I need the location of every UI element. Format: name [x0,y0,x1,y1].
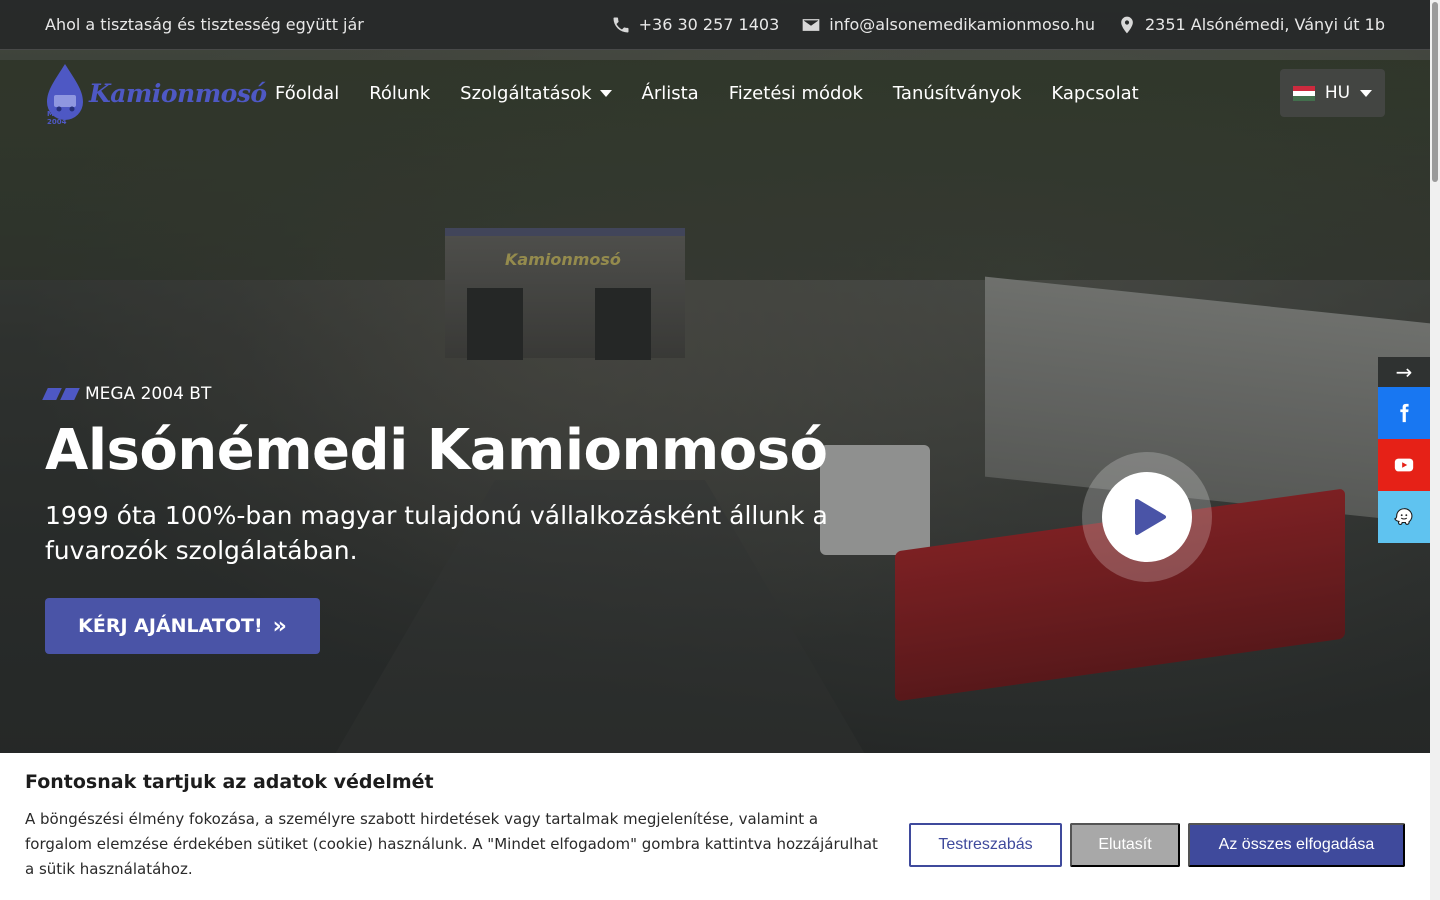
phone-number: +36 30 257 1403 [638,15,780,34]
nav-item-services[interactable]: Szolgáltatások [460,82,612,104]
logo-wordmark: Kamionmosó [89,78,267,108]
scrollbar-thumb[interactable] [1432,2,1438,182]
hero-subtitle: 1999 óta 100%-ban magyar tulajdonú válla… [45,501,828,565]
cta-label: KÉRJ AJÁNLATOT! [78,615,263,637]
language-selector[interactable]: HU [1280,69,1385,117]
address-link[interactable]: 2351 Alsónémedi, Ványi út 1b [1117,15,1385,35]
waze-icon [1394,508,1413,525]
email-link[interactable]: info@alsonemedikamionmoso.hu [801,15,1095,35]
logo-subtitle: MEGA 2004 [47,110,70,126]
social-sidebar: → [1378,357,1430,543]
envelope-icon [802,18,820,31]
facebook-link[interactable] [1378,387,1430,439]
nav-item-contact[interactable]: Kapcsolat [1051,83,1138,104]
site-logo[interactable]: MEGA 2004 Kamionmosó [45,62,267,126]
water-drop-logo-icon: MEGA 2004 [45,62,85,126]
hungary-flag-icon [1292,85,1315,101]
hero-title: Alsónémedi Kamionmosó [45,418,828,483]
cookie-text: A böngészési élmény fokozása, a személyr… [25,810,878,878]
play-icon [1135,499,1166,535]
double-chevron-right-icon: » [272,613,287,639]
email-address: info@alsonemedikamionmoso.hu [829,15,1095,34]
request-quote-button[interactable]: KÉRJ AJÁNLATOT! » [45,598,320,654]
chevron-down-icon [1360,89,1373,97]
stripes-icon [42,388,80,400]
youtube-link[interactable] [1378,439,1430,491]
facebook-icon [1400,403,1409,423]
nav-item-about[interactable]: Rólunk [369,83,430,104]
cookie-banner: Fontosnak tartjuk az adatok védelmét A b… [0,753,1430,900]
nav-item-label: Szolgáltatások [460,82,592,104]
play-video-button[interactable] [1102,472,1192,562]
tagline: Ahol a tisztaság és tisztesség együtt já… [45,15,364,34]
social-toggle-button[interactable]: → [1378,357,1430,387]
waze-link[interactable] [1378,491,1430,543]
contact-info: +36 30 257 1403 info@alsonemedikamionmos… [611,15,1385,35]
nav-item-certificates[interactable]: Tanúsítványok [893,83,1021,104]
chevron-down-icon [599,89,612,97]
reject-cookies-button[interactable]: Elutasít [1070,823,1180,867]
location-pin-icon [1121,16,1133,33]
main-nav: MEGA 2004 Kamionmosó Főoldal Rólunk Szol… [0,50,1430,136]
eyebrow-text: MEGA 2004 BT [85,384,212,404]
address-text: 2351 Alsónémedi, Ványi út 1b [1145,15,1385,34]
language-code: HU [1324,83,1351,103]
nav-item-home[interactable]: Főoldal [275,83,339,104]
top-bar: Ahol a tisztaság és tisztesség együtt já… [0,0,1430,50]
cookie-actions: Testreszabás Elutasít Az összes elfogadá… [909,823,1405,867]
nav-menu: Főoldal Rólunk Szolgáltatások Árlista Fi… [275,83,1139,104]
hero-eyebrow: MEGA 2004 BT [42,384,212,404]
page-scrollbar[interactable] [1430,0,1440,900]
youtube-icon [1394,458,1414,472]
customize-cookies-button[interactable]: Testreszabás [909,823,1062,867]
phone-link[interactable]: +36 30 257 1403 [611,15,780,35]
nav-item-pricing[interactable]: Árlista [642,83,699,104]
phone-icon [613,17,629,32]
accept-all-cookies-button[interactable]: Az összes elfogadása [1188,823,1405,867]
cookie-title: Fontosnak tartjuk az adatok védelmét [25,771,434,793]
nav-item-payment[interactable]: Fizetési módok [729,83,863,104]
